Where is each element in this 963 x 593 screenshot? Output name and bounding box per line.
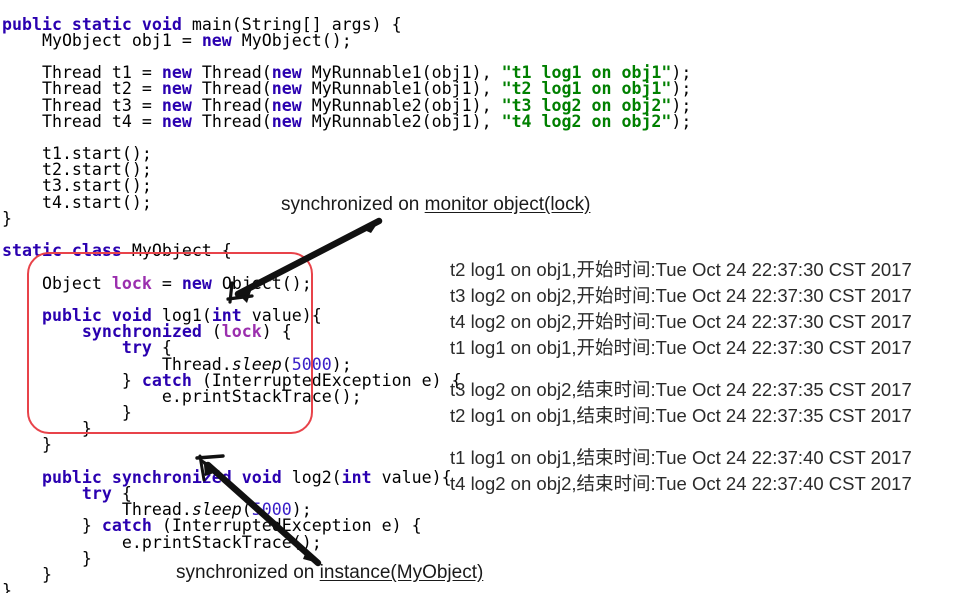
code-token: new — [201, 30, 232, 50]
code-token: int — [341, 467, 372, 487]
code-token: MyObject(); — [231, 30, 352, 50]
code-token: Thread t4 = — [2, 111, 162, 131]
code-token: MyObject { — [131, 241, 232, 261]
code-token: static class — [2, 241, 132, 261]
log-line: t4 log2 on obj2,结束时间:Tue Oct 24 22:37:40… — [450, 473, 912, 494]
annotation-instance-object: synchronized on instance(MyObject) — [176, 562, 483, 584]
log-line: t3 log2 on obj2,开始时间:Tue Oct 24 22:37:30… — [450, 285, 912, 306]
log-blank-line — [450, 429, 963, 445]
code-token: MyObject obj1 = — [2, 30, 202, 50]
code-line: } — [0, 420, 470, 437]
code-token: new — [271, 111, 302, 131]
annotation-top-prefix: synchronized on — [281, 194, 425, 215]
code-line: } — [0, 581, 470, 593]
annotation-bottom-prefix: synchronized on — [176, 562, 320, 583]
console-log-output: t2 log1 on obj1,开始时间:Tue Oct 24 22:37:30… — [450, 257, 963, 497]
code-token: } — [2, 208, 12, 228]
code-token: new — [161, 111, 192, 131]
code-line: static class MyObject { — [0, 241, 470, 261]
annotation-bottom-target: instance(MyObject) — [319, 562, 484, 583]
java-code-block: public static void main(String[] args) {… — [0, 16, 691, 593]
code-token: Object — [2, 273, 112, 293]
code-token: MyRunnable2(obj1), — [301, 111, 502, 131]
code-token: lock — [221, 322, 262, 342]
annotation-top-target: monitor object(lock) — [424, 194, 591, 215]
code-token: ); — [671, 111, 692, 131]
code-line: Object lock = new Object(); — [0, 273, 470, 293]
code-token: ( — [211, 322, 222, 342]
code-token: } — [2, 435, 52, 455]
code-explanation-figure: public static void main(String[] args) {… — [0, 0, 963, 593]
code-token: log2( — [291, 467, 342, 487]
log-line: t1 log1 on obj1,结束时间:Tue Oct 24 22:37:40… — [450, 447, 912, 468]
log-line: t1 log1 on obj1,开始时间:Tue Oct 24 22:37:30… — [450, 337, 912, 358]
code-token: "t4 log2 on obj2" — [501, 111, 672, 131]
code-line: } — [0, 435, 470, 455]
code-token: new — [181, 273, 212, 293]
code-line: MyObject obj1 = new MyObject(); — [0, 30, 470, 50]
code-token: Thread( — [191, 111, 272, 131]
code-token: ) { — [261, 322, 292, 342]
code-line: Thread t4 = new Thread(new MyRunnable2(o… — [0, 111, 691, 131]
annotation-monitor-object: synchronized on monitor object(lock) — [281, 194, 590, 216]
code-token: Object(); — [211, 273, 312, 293]
log-blank-line — [450, 361, 963, 377]
code-token: = — [151, 273, 182, 293]
log-line: t2 log1 on obj1,开始时间:Tue Oct 24 22:37:30… — [450, 259, 912, 280]
code-token: } — [2, 581, 12, 593]
code-token: value){ — [371, 467, 452, 487]
code-token: t4.start(); — [2, 192, 152, 212]
log-line: t4 log2 on obj2,开始时间:Tue Oct 24 22:37:30… — [450, 311, 912, 332]
log-line: t3 log2 on obj2,结束时间:Tue Oct 24 22:37:35… — [450, 379, 912, 400]
code-token: lock — [111, 273, 152, 293]
log-line: t2 log1 on obj1,结束时间:Tue Oct 24 22:37:35… — [450, 405, 912, 426]
